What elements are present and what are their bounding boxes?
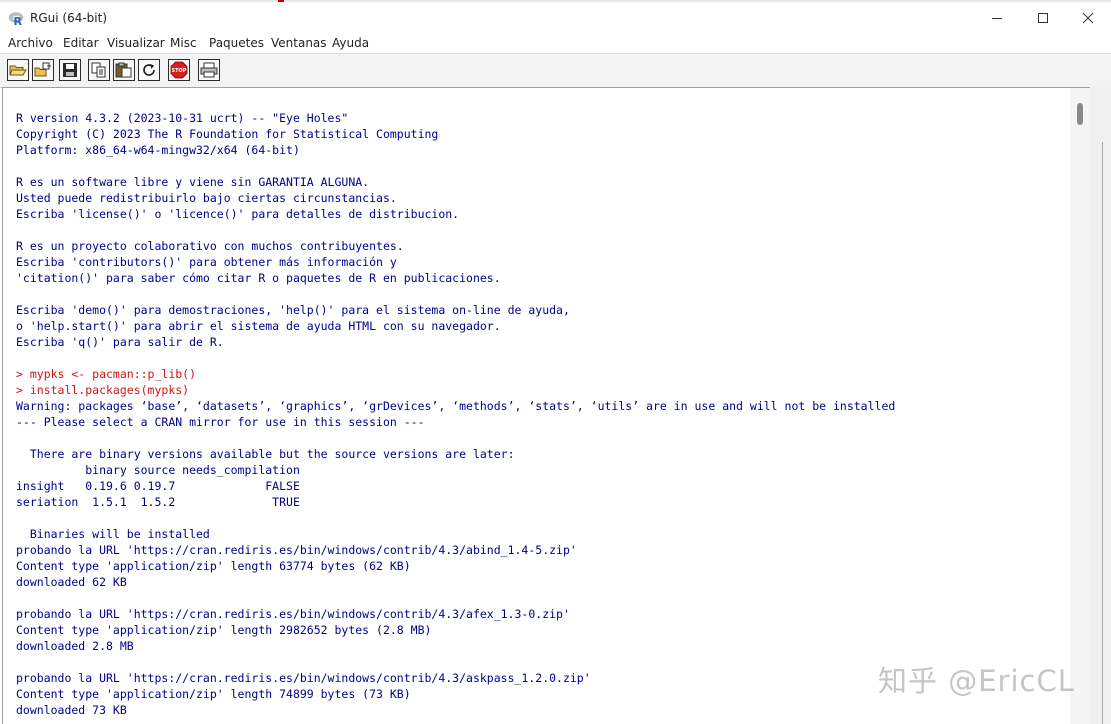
print-icon: [200, 62, 218, 78]
open-script-button[interactable]: [7, 59, 29, 81]
console-output-line: o 'help.start()' para abrir el sistema d…: [16, 319, 501, 333]
console-input-line: > mypks <- pacman::p_lib(): [16, 367, 197, 381]
console-input-line: > install.packages(mypks): [16, 383, 190, 397]
console-output-line: Content type 'application/zip' length 74…: [16, 687, 411, 701]
save-workspace-icon: [63, 63, 77, 77]
console-output-line: Usted puede redistribuirlo bajo ciertas …: [16, 191, 397, 205]
console-output-line: [16, 158, 895, 174]
console-scrollbar[interactable]: [1070, 88, 1090, 724]
paste-button[interactable]: [113, 59, 135, 81]
console-output-line: [16, 590, 895, 606]
console-output-line: There are binary versions available but …: [16, 447, 515, 461]
copy-button[interactable]: [88, 59, 110, 81]
console-output-line: Escriba 'contributors()' para obtener má…: [16, 255, 397, 269]
paste-icon: [115, 62, 132, 78]
console-output-line: downloaded 73 KB: [16, 703, 127, 717]
console-output-line: insight 0.19.6 0.19.7 FALSE: [16, 479, 300, 493]
close-icon: [1082, 12, 1094, 23]
console-output-line: [16, 430, 895, 446]
title-bar[interactable]: R RGui (64-bit): [0, 2, 1111, 33]
svg-text:STOP: STOP: [172, 68, 187, 74]
minimize-button[interactable]: [974, 2, 1020, 33]
scroll-thumb[interactable]: [1077, 103, 1083, 125]
console-output-line: probando la URL 'https://cran.rediris.es…: [16, 543, 577, 557]
watermark: 知乎 @EricCL: [878, 664, 1075, 698]
stop-icon: STOP: [170, 61, 188, 79]
console-output-line: Content type 'application/zip' length 63…: [16, 559, 411, 573]
console-output-line: Escriba 'q()' para salir de R.: [16, 335, 224, 349]
menu-visualizar[interactable]: Visualizar: [107, 36, 165, 50]
console-output-line: seriation 1.5.1 1.5.2 TRUE: [16, 495, 300, 509]
console-output-line: downloaded 2.8 MB: [16, 639, 134, 653]
maximize-icon: [1038, 12, 1048, 23]
console-output-line: R es un software libre y viene sin GARAN…: [16, 175, 370, 189]
r-logo-icon: R: [8, 12, 24, 26]
console-output-line: [16, 510, 895, 526]
copy-paste-icon: [143, 64, 155, 76]
console-output-line: probando la URL 'https://cran.rediris.es…: [16, 671, 591, 685]
console-output-line: Binaries will be installed: [16, 527, 210, 541]
load-workspace-button[interactable]: [32, 59, 54, 81]
console-output-line: Platform: x86_64-w64-mingw32/x64 (64-bit…: [16, 143, 300, 157]
console-output-line: [16, 350, 895, 366]
menu-misc[interactable]: Misc: [170, 36, 197, 50]
console-output-line: binary source needs_compilation: [16, 463, 300, 477]
r-console[interactable]: R version 4.3.2 (2023-10-31 ucrt) -- "Ey…: [2, 87, 1091, 724]
console-output-line: Escriba 'license()' o 'licence()' para d…: [16, 207, 460, 221]
maximize-button[interactable]: [1020, 2, 1066, 33]
toolbar: STOP: [0, 53, 1111, 88]
console-output: R version 4.3.2 (2023-10-31 ucrt) -- "Ey…: [16, 110, 895, 718]
console-output-line: 'citation()' para saber cómo citar R o p…: [16, 271, 501, 285]
close-button[interactable]: [1065, 2, 1111, 33]
console-output-line: R version 4.3.2 (2023-10-31 ucrt) -- "Ey…: [16, 111, 349, 125]
console-output-line: [16, 286, 895, 302]
console-output-line: probando la URL 'https://cran.rediris.es…: [16, 607, 570, 621]
console-output-line: [16, 222, 895, 238]
console-output-line: Content type 'application/zip' length 29…: [16, 623, 432, 637]
save-workspace-button[interactable]: [59, 59, 81, 81]
menu-bar: Archivo Editar Visualizar Misc Paquetes …: [0, 33, 1111, 53]
load-workspace-icon: [34, 62, 51, 77]
menu-editar[interactable]: Editar: [63, 36, 99, 50]
mdi-frame-edge: [1090, 87, 1111, 724]
open-script-icon: [9, 65, 27, 76]
minimize-icon: [992, 17, 1002, 19]
console-output-line: [16, 654, 895, 670]
window-title: RGui (64-bit): [30, 11, 108, 25]
console-output-line: Escriba 'demo()' para demostraciones, 'h…: [16, 303, 570, 317]
console-output-line: R es un proyecto colaborativo con muchos…: [16, 239, 404, 253]
console-output-line: downloaded 62 KB: [16, 575, 127, 589]
menu-ayuda[interactable]: Ayuda: [332, 36, 369, 50]
stop-button[interactable]: STOP: [168, 59, 190, 81]
console-output-line: Warning: packages ‘base’, ‘datasets’, ‘g…: [16, 399, 896, 413]
svg-text:R: R: [14, 15, 23, 26]
rgui-window: R RGui (64-bit) Archivo Editar Visualiza…: [0, 0, 1111, 724]
menu-paquetes[interactable]: Paquetes: [209, 36, 264, 50]
console-output-line: --- Please select a CRAN mirror for use …: [16, 415, 425, 429]
console-output-line: Copyright (C) 2023 The R Foundation for …: [16, 127, 439, 141]
print-button[interactable]: [198, 59, 220, 81]
copy-paste-button[interactable]: [138, 59, 160, 81]
menu-archivo[interactable]: Archivo: [8, 36, 53, 50]
copy-icon: [91, 62, 106, 78]
menu-ventanas[interactable]: Ventanas: [271, 36, 327, 50]
